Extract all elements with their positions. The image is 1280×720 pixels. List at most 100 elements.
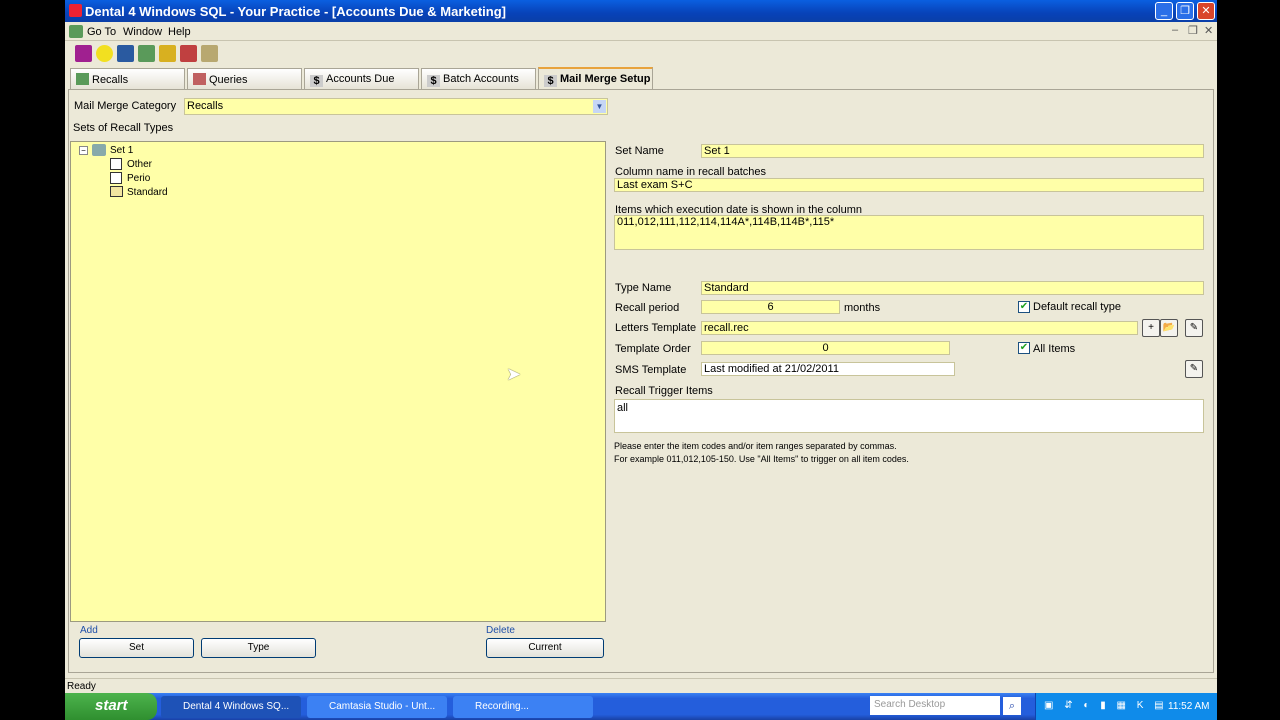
dollar-icon: $	[310, 75, 323, 87]
delete-current-button[interactable]: Current	[486, 638, 604, 658]
queries-icon	[193, 73, 206, 85]
app-icon	[69, 4, 82, 17]
maximize-button[interactable]: ❐	[1176, 2, 1194, 20]
document-icon	[69, 25, 83, 38]
set-name-label: Set Name	[615, 145, 664, 157]
items-input[interactable]: 011,012,111,112,114,114A*,114B,114B*,115…	[614, 215, 1204, 250]
task-camtasia[interactable]: Camtasia Studio - Unt...	[307, 696, 447, 718]
tree-node-other[interactable]: Other	[127, 159, 152, 170]
menu-go-to[interactable]: Go To	[87, 26, 116, 38]
tree-node-set-1[interactable]: Set 1	[110, 145, 133, 156]
category-label: Mail Merge Category	[74, 100, 177, 112]
edit-sms-template-button[interactable]: ✎	[1185, 360, 1203, 378]
smiley-icon[interactable]	[96, 45, 113, 62]
system-tray: ▣ ⇵ ◐ ▮ ▦ K ▤ 11:52 AM	[1035, 693, 1217, 720]
accounts-icon[interactable]	[159, 45, 176, 62]
menu-help[interactable]: Help	[168, 26, 191, 38]
sets-label: Sets of Recall Types	[73, 122, 174, 134]
chevron-down-icon[interactable]: ▼	[593, 100, 606, 113]
tab-label: Accounts Due	[326, 73, 395, 85]
add-group-label: Add	[80, 625, 98, 636]
app-window: Dental 4 Windows SQL - Your Practice - […	[65, 0, 1217, 693]
sms-template-label: SMS Template	[615, 364, 687, 376]
folder-open-icon	[110, 186, 123, 197]
recall-period-label: Recall period	[615, 302, 680, 314]
delete-group-label: Delete	[486, 625, 515, 636]
tools-icon[interactable]	[201, 45, 218, 62]
tab-accounts-due[interactable]: $ Accounts Due	[304, 68, 419, 89]
tab-recalls[interactable]: Recalls	[70, 68, 185, 89]
default-recall-label: Default recall type	[1033, 301, 1122, 313]
tab-queries[interactable]: Queries	[187, 68, 302, 89]
appointments-icon[interactable]	[75, 45, 92, 62]
dollar-icon: $	[427, 75, 440, 87]
tab-mail-merge-setup[interactable]: $ Mail Merge Setup	[538, 67, 653, 90]
set-name-input[interactable]: Set 1	[701, 144, 1204, 158]
calculator-icon[interactable]	[117, 45, 134, 62]
type-icon	[110, 158, 122, 170]
hierarchy-icon[interactable]	[180, 45, 197, 62]
menu-window[interactable]: Window	[123, 26, 162, 38]
dollar-icon: $	[544, 75, 557, 87]
recall-period-input[interactable]: 6	[701, 300, 840, 314]
type-icon	[110, 172, 122, 184]
recall-types-tree[interactable]: − Set 1 Other Perio Standard	[70, 141, 606, 622]
menu-bar: Go To Window Help – ❐ ✕	[65, 22, 1217, 41]
tray-icons: ▣ ⇵ ◐ ▮ ▦ K ▤	[1044, 700, 1168, 711]
category-value: Recalls	[187, 100, 224, 112]
tree-node-perio[interactable]: Perio	[127, 173, 150, 184]
add-type-button[interactable]: Type	[201, 638, 316, 658]
template-order-input[interactable]: 0	[701, 341, 950, 355]
recalls-icon[interactable]	[138, 45, 155, 62]
all-items-label: All Items	[1033, 343, 1076, 355]
set-icon	[92, 144, 106, 156]
window-title: Dental 4 Windows SQL - Your Practice - […	[85, 4, 507, 19]
tab-label: Mail Merge Setup	[560, 73, 651, 85]
mdi-close-button[interactable]: ✕	[1204, 24, 1213, 37]
help-text-2: For example 011,012,105-150. Use "All It…	[614, 454, 909, 464]
recalls-icon	[76, 73, 89, 85]
clock: 11:52 AM	[1168, 701, 1210, 712]
all-items-checkbox[interactable]: ✔	[1018, 342, 1030, 354]
template-order-label: Template Order	[615, 343, 691, 355]
taskbar: start Dental 4 Windows SQ... Camtasia St…	[65, 693, 1217, 720]
open-folder-button[interactable]: 📂	[1160, 319, 1178, 337]
minimize-button[interactable]: _	[1155, 2, 1173, 20]
sms-template-input[interactable]: Last modified at 21/02/2011	[701, 362, 955, 376]
tab-label: Batch Accounts	[443, 73, 519, 85]
add-set-button[interactable]: Set	[79, 638, 194, 658]
category-select[interactable]: Recalls ▼	[184, 98, 608, 115]
start-button[interactable]: start	[65, 693, 157, 720]
search-desktop-input[interactable]: Search Desktop	[870, 696, 1000, 715]
trigger-items-input[interactable]: all	[614, 399, 1204, 433]
mdi-minimize-button[interactable]: –	[1172, 24, 1178, 36]
letters-template-label: Letters Template	[615, 322, 697, 334]
status-text: Ready	[67, 681, 96, 692]
type-name-label: Type Name	[615, 282, 672, 294]
title-bar: Dental 4 Windows SQL - Your Practice - […	[65, 0, 1217, 22]
trigger-items-label: Recall Trigger Items	[615, 385, 713, 397]
default-recall-checkbox[interactable]: ✔	[1018, 301, 1030, 313]
tab-batch-accounts[interactable]: $ Batch Accounts	[421, 68, 536, 89]
task-recording[interactable]: Recording...	[453, 696, 593, 718]
edit-template-button[interactable]: ✎	[1185, 319, 1203, 337]
tab-label: Recalls	[92, 74, 129, 86]
start-label: start	[95, 697, 128, 714]
status-bar: Ready	[65, 678, 1217, 693]
column-name-input[interactable]: Last exam S+C	[614, 178, 1204, 192]
months-label: months	[844, 302, 881, 314]
letters-template-input[interactable]: recall.rec	[701, 321, 1138, 335]
mouse-cursor-icon: ➤	[506, 364, 522, 384]
search-icon[interactable]: ⌕	[1003, 697, 1021, 715]
new-template-button[interactable]: +	[1142, 319, 1160, 337]
tree-node-standard[interactable]: Standard	[127, 187, 168, 198]
collapse-icon[interactable]: −	[79, 146, 88, 155]
tab-label: Queries	[209, 74, 248, 86]
mdi-restore-button[interactable]: ❐	[1188, 24, 1198, 37]
toolbar	[65, 42, 1217, 66]
column-name-label: Column name in recall batches	[615, 166, 767, 178]
close-button[interactable]: ✕	[1197, 2, 1215, 20]
task-dental4windows[interactable]: Dental 4 Windows SQ...	[161, 696, 301, 718]
help-text-1: Please enter the item codes and/or item …	[614, 441, 897, 451]
type-name-input[interactable]: Standard	[701, 281, 1204, 295]
